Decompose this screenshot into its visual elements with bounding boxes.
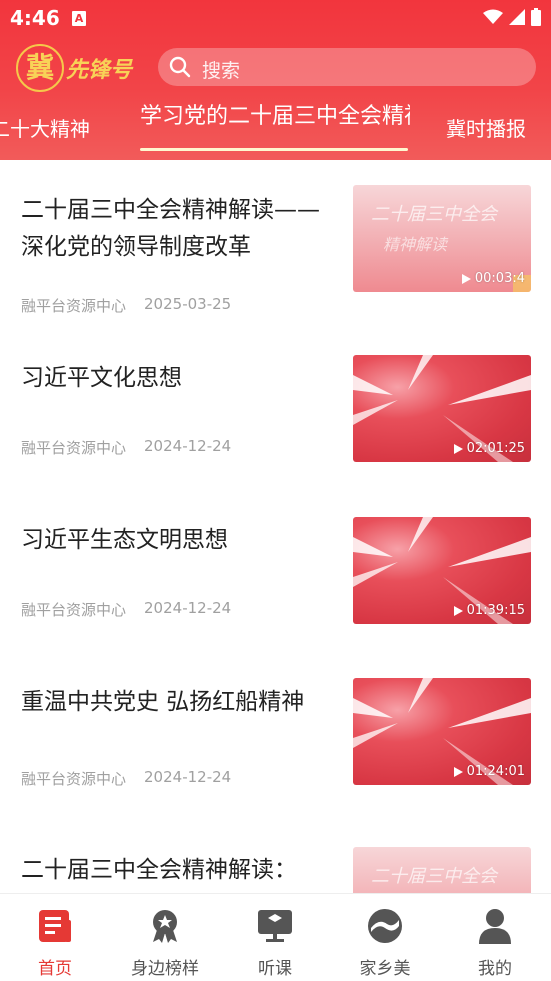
svg-text:精神解读: 精神解读: [383, 235, 449, 254]
play-icon: [453, 443, 463, 454]
nav-label: 首页: [38, 959, 72, 979]
nav-label: 我的: [478, 959, 512, 979]
thumbnail-art: 二十届三中全会: [371, 866, 499, 887]
duration-text: 00:03:4: [474, 271, 525, 286]
landscape-icon: [368, 909, 402, 943]
status-time: 4:46: [10, 6, 60, 30]
item-date: 2024-12-24: [144, 437, 232, 455]
tab-twentieth-congress[interactable]: 二十大精神: [0, 113, 90, 142]
item-title: 重温中共党史 弘扬红船精神: [21, 689, 305, 715]
bottom-nav: 首页 身边榜样 听课 家乡美 我的: [0, 893, 551, 981]
svg-text:二十届三中全会: 二十届三中全会: [371, 204, 499, 225]
play-icon: [461, 273, 471, 284]
item-source: 融平台资源中心: [21, 770, 127, 788]
play-icon: [453, 766, 463, 777]
app-logo[interactable]: 冀 先锋号: [16, 44, 140, 92]
tab-third-plenum[interactable]: 学习党的二十届三中全会精神: [140, 102, 410, 154]
play-icon: [453, 605, 463, 616]
video-thumbnail[interactable]: 02:01:25: [353, 355, 531, 462]
item-source: 融平台资源中心: [21, 297, 127, 315]
nav-home[interactable]: 首页: [0, 906, 110, 979]
item-source: 融平台资源中心: [21, 439, 127, 457]
logo-script: 先锋号: [66, 57, 133, 83]
status-bar: 4:46 A: [0, 0, 551, 36]
wifi-icon: [483, 9, 503, 24]
duration-text: 02:01:25: [466, 441, 525, 456]
item-title: 习近平生态文明思想: [21, 527, 228, 553]
list-item[interactable]: 二十届三中全会精神解读： 二十届三中全会: [0, 828, 551, 893]
video-feed: 二十届三中全会精神解读——深化党的领导制度改革 融平台资源中心 2025-03-…: [0, 160, 551, 893]
search-bar[interactable]: 搜索: [158, 48, 536, 86]
list-item[interactable]: 习近平文化思想 融平台资源中心 2024-12-24 02:01:25: [0, 342, 551, 504]
duration-text: 01:39:15: [466, 603, 525, 618]
nav-label: 身边榜样: [131, 959, 199, 979]
item-title: 二十届三中全会精神解读：: [21, 857, 297, 883]
video-thumbnail[interactable]: 二十届三中全会: [353, 847, 531, 893]
channel-tabs: 二十大精神 学习党的二十届三中全会精神 冀时播报: [0, 100, 551, 154]
item-meta: 融平台资源中心 2025-03-25: [21, 295, 231, 316]
item-date: 2024-12-24: [144, 599, 232, 617]
app-header: 4:46 A 冀 先锋号 搜索 二十大精神 学习党的二十届三中全会精神 冀时播报: [0, 0, 551, 160]
video-thumbnail[interactable]: 01:39:15: [353, 517, 531, 624]
nav-hometown[interactable]: 家乡美: [330, 906, 440, 979]
svg-text:二十届三中全会: 二十届三中全会: [371, 866, 499, 887]
signal-icon: [509, 9, 525, 25]
notification-app-icon: A: [72, 11, 86, 26]
search-placeholder: 搜索: [202, 60, 241, 82]
status-icons: [483, 8, 541, 26]
list-item[interactable]: 二十届三中全会精神解读——深化党的领导制度改革 融平台资源中心 2025-03-…: [0, 180, 551, 342]
badge-star-icon: [153, 910, 177, 943]
item-date: 2024-12-24: [144, 768, 232, 786]
item-meta: 融平台资源中心 2024-12-24: [21, 437, 231, 458]
user-icon: [479, 909, 511, 944]
item-title: 习近平文化思想: [21, 365, 182, 391]
logo-seal: 冀: [16, 44, 64, 92]
item-meta: 融平台资源中心 2024-12-24: [21, 599, 231, 620]
video-duration: 00:03:4: [461, 271, 525, 286]
video-duration: 02:01:25: [453, 441, 525, 456]
video-thumbnail[interactable]: 01:24:01: [353, 678, 531, 785]
item-date: 2025-03-25: [144, 295, 232, 313]
item-title: 二十届三中全会精神解读——深化党的领导制度改革: [21, 197, 320, 260]
item-meta: 融平台资源中心 2024-12-24: [21, 768, 231, 789]
nav-label: 家乡美: [359, 959, 411, 979]
video-duration: 01:39:15: [453, 603, 525, 618]
nav-label: 听课: [258, 959, 292, 979]
lecture-icon: [258, 910, 292, 942]
battery-icon: [531, 8, 541, 26]
list-item[interactable]: 重温中共党史 弘扬红船精神 融平台资源中心 2024-12-24 01:24:0…: [0, 666, 551, 828]
search-icon: [169, 56, 191, 78]
nav-profile[interactable]: 我的: [440, 906, 550, 979]
list-item[interactable]: 习近平生态文明思想 融平台资源中心 2024-12-24 01:39:15: [0, 504, 551, 666]
video-thumbnail[interactable]: 二十届三中全会 精神解读 00:03:4: [353, 185, 531, 292]
home-news-icon: [39, 910, 71, 942]
active-tab-indicator: [140, 148, 408, 151]
nav-lectures[interactable]: 听课: [220, 906, 330, 979]
video-duration: 01:24:01: [453, 764, 525, 779]
tab-hebei-news[interactable]: 冀时播报: [446, 113, 526, 142]
item-source: 融平台资源中心: [21, 601, 127, 619]
duration-text: 01:24:01: [466, 764, 525, 779]
nav-role-models[interactable]: 身边榜样: [110, 906, 220, 979]
